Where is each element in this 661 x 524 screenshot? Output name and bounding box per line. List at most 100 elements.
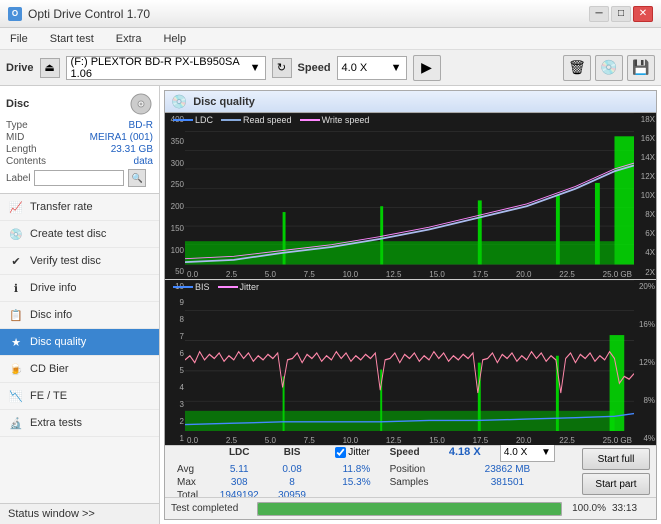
start-part-button[interactable]: Start part <box>582 473 650 495</box>
disc-mid-value: MEIRA1 (001) <box>90 132 153 143</box>
disc-mid-label: MID <box>6 132 24 143</box>
verify-test-disc-label: Verify test disc <box>30 255 101 267</box>
disc-type-label: Type <box>6 120 28 131</box>
top-chart-y-labels-right: 18X 16X 14X 12X 10X 8X 6X 4X 2X <box>634 113 656 279</box>
disc-label-input[interactable] <box>34 170 124 186</box>
stats-buttons: Start full Start part <box>582 448 650 495</box>
read-speed-legend-dot <box>221 119 241 121</box>
start-full-button[interactable]: Start full <box>582 448 650 470</box>
menu-file[interactable]: File <box>6 31 32 47</box>
erase-icon[interactable]: 🗑 <box>563 55 591 81</box>
write-speed-legend: Write speed <box>300 115 370 125</box>
max-row-label: Max <box>171 476 210 489</box>
jitter-checkbox[interactable] <box>335 447 346 458</box>
charts-area: LDC Read speed Write speed 400 <box>165 113 656 445</box>
progress-track <box>257 502 562 516</box>
sidebar-item-create-test-disc[interactable]: 💿 Create test disc <box>0 221 159 248</box>
disc-label-label: Label <box>6 173 30 184</box>
sidebar-item-transfer-rate[interactable]: 📈 Transfer rate <box>0 194 159 221</box>
content-area: 💿 Disc quality LDC Read speed <box>160 86 661 524</box>
jitter-legend: Jitter <box>218 282 260 292</box>
title-bar-left: O Opti Drive Control 1.70 <box>8 7 150 21</box>
go-button[interactable]: ▶ <box>413 55 441 81</box>
drive-eject-icon[interactable]: ⏏ <box>40 58 60 78</box>
avg-ldc-value: 5.11 <box>210 463 269 476</box>
jitter-checkbox-label: Jitter <box>335 447 377 458</box>
bis-legend-dot <box>173 286 193 288</box>
transfer-rate-label: Transfer rate <box>30 201 93 213</box>
disc-quality-panel: 💿 Disc quality LDC Read speed <box>164 90 657 520</box>
status-window[interactable]: Status window >> <box>0 503 159 524</box>
stats-table: LDC BIS Jitter Speed 4.18 <box>171 441 572 502</box>
bis-legend-label: BIS <box>195 282 210 292</box>
menu-extra[interactable]: Extra <box>112 31 146 47</box>
verify-test-disc-icon: ✔ <box>8 253 24 269</box>
sidebar-item-extra-tests[interactable]: 🔬 Extra tests <box>0 410 159 437</box>
disc-mid-row: MID MEIRA1 (001) <box>6 132 153 143</box>
disc-panel-title: Disc <box>6 98 29 110</box>
avg-bis-value: 0.08 <box>269 463 315 476</box>
speed-val-select[interactable]: 4.0 X ▼ <box>500 442 555 462</box>
minimize-button[interactable]: ─ <box>589 6 609 22</box>
time-display: 33:13 <box>612 503 650 514</box>
burn-icon[interactable]: 💿 <box>595 55 623 81</box>
title-controls: ─ □ ✕ <box>589 6 653 22</box>
disc-type-row: Type BD-R <box>6 120 153 131</box>
disc-length-row: Length 23.31 GB <box>6 144 153 155</box>
drive-info-icon: ℹ <box>8 280 24 296</box>
bottom-chart: BIS Jitter 10 9 8 7 6 5 <box>165 280 656 446</box>
sidebar-item-verify-test-disc[interactable]: ✔ Verify test disc <box>0 248 159 275</box>
write-speed-legend-dot <box>300 119 320 121</box>
disc-info-panel: Disc Type BD-R MID MEIRA1 (001) Length 2… <box>0 86 159 194</box>
sidebar-item-fe-te[interactable]: 📉 FE / TE <box>0 383 159 410</box>
progress-fill <box>258 503 561 515</box>
extra-tests-icon: 🔬 <box>8 415 24 431</box>
fe-te-label: FE / TE <box>30 390 67 402</box>
disc-contents-value: data <box>134 156 153 167</box>
speed-label: Speed <box>298 62 331 74</box>
drive-select[interactable]: (F:) PLEXTOR BD-R PX-LB950SA 1.06 ▼ <box>66 56 266 80</box>
max-bis-value: 8 <box>269 476 315 489</box>
max-ldc-value: 308 <box>210 476 269 489</box>
read-speed-legend-label: Read speed <box>243 115 292 125</box>
menu-help[interactable]: Help <box>159 31 190 47</box>
cd-bier-label: CD Bier <box>30 363 69 375</box>
ldc-legend: LDC <box>173 115 213 125</box>
speed-select[interactable]: 4.0 X ▼ <box>337 56 407 80</box>
disc-contents-row: Contents data <box>6 156 153 167</box>
progress-bar-area: Test completed 100.0% 33:13 <box>165 497 656 519</box>
top-chart-x-labels: 0.0 2.5 5.0 7.5 10.0 12.5 15.0 17.5 20.0… <box>185 270 634 279</box>
disc-length-value: 23.31 GB <box>111 144 153 155</box>
avg-jitter-value: 11.8% <box>329 463 383 476</box>
close-button[interactable]: ✕ <box>633 6 653 22</box>
disc-label-button[interactable]: 🔍 <box>128 169 146 187</box>
top-chart-legend: LDC Read speed Write speed <box>173 115 369 125</box>
nav-items: 📈 Transfer rate 💿 Create test disc ✔ Ver… <box>0 194 159 503</box>
app-title: Opti Drive Control 1.70 <box>28 7 150 21</box>
menu-bar: File Start test Extra Help <box>0 28 661 50</box>
disc-quality-header-icon: 💿 <box>171 94 187 110</box>
sidebar-item-drive-info[interactable]: ℹ Drive info <box>0 275 159 302</box>
create-test-disc-label: Create test disc <box>30 228 106 240</box>
samples-value: 381501 <box>443 476 572 489</box>
maximize-button[interactable]: □ <box>611 6 631 22</box>
bottom-chart-y-labels-right: 20% 16% 12% 8% 4% <box>634 280 656 446</box>
bottom-chart-x-labels: 0.0 2.5 5.0 7.5 10.0 12.5 15.0 17.5 20.0… <box>185 436 634 445</box>
disc-label-row: Label 🔍 <box>6 169 153 187</box>
sidebar-item-disc-quality[interactable]: ★ Disc quality <box>0 329 159 356</box>
save-icon[interactable]: 💾 <box>627 55 655 81</box>
position-value: 23862 MB <box>443 463 572 476</box>
menu-start-test[interactable]: Start test <box>46 31 98 47</box>
drive-label: Drive <box>6 62 34 74</box>
disc-info-icon: 📋 <box>8 307 24 323</box>
create-test-disc-icon: 💿 <box>8 226 24 242</box>
sidebar-item-disc-info[interactable]: 📋 Disc info <box>0 302 159 329</box>
main-area: Disc Type BD-R MID MEIRA1 (001) Length 2… <box>0 86 661 524</box>
speed-value-display: 4.18 X <box>449 446 481 458</box>
bottom-chart-y-labels-left: 10 9 8 7 6 5 4 3 2 1 <box>165 280 185 446</box>
disc-type-value: BD-R <box>129 120 153 131</box>
status-text: Test completed <box>171 503 251 514</box>
drive-refresh-icon[interactable]: ↻ <box>272 58 292 78</box>
disc-svg-icon <box>129 92 153 116</box>
sidebar-item-cd-bier[interactable]: 🍺 CD Bier <box>0 356 159 383</box>
